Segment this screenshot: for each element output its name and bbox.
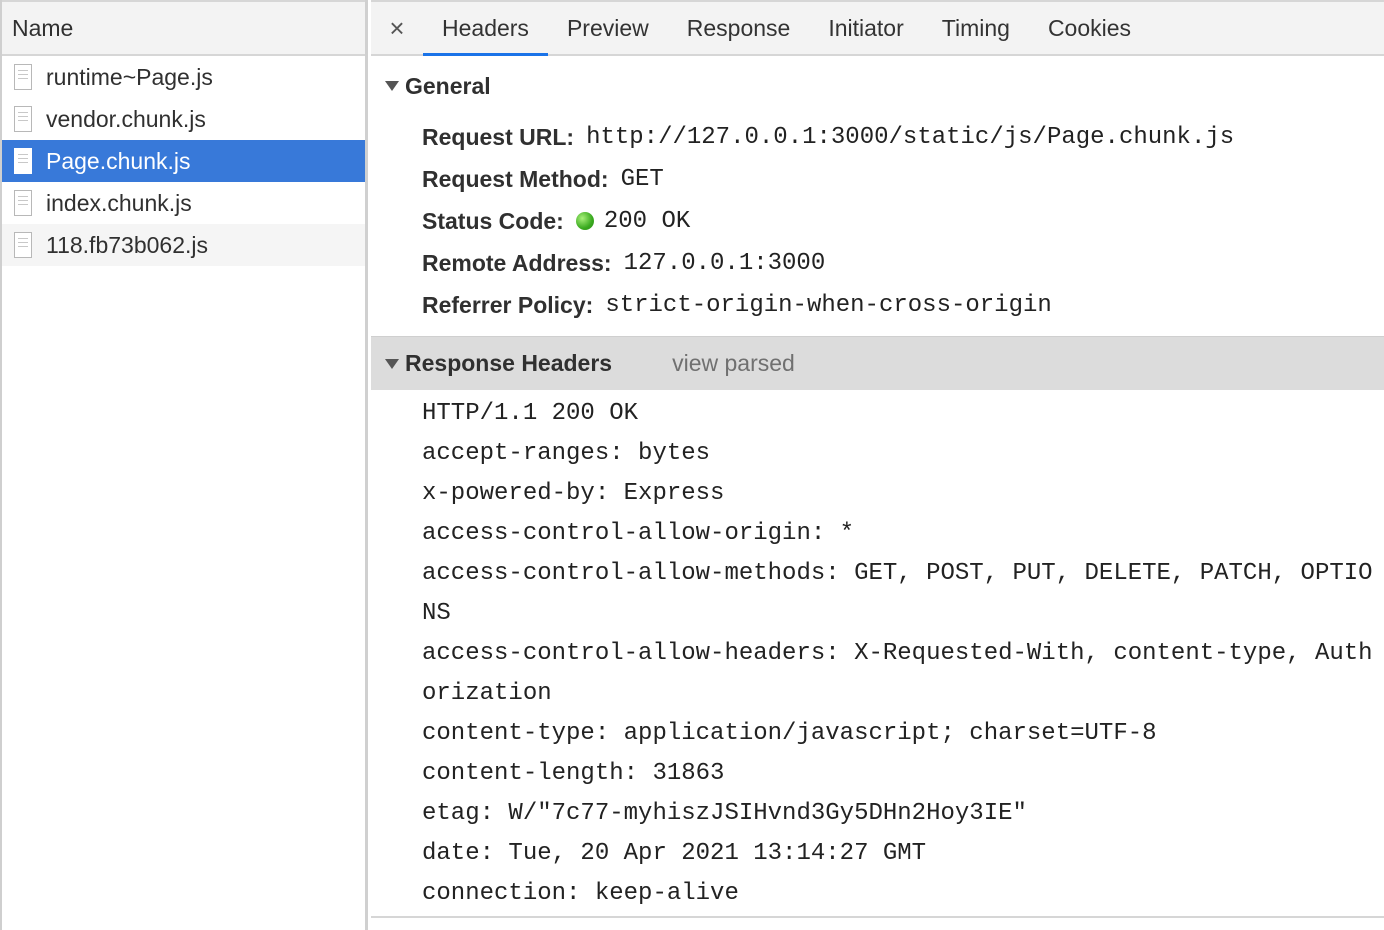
raw-header-line: content-length: 31863	[422, 760, 725, 787]
status-code-row: Status Code: 200 OK	[371, 200, 1384, 242]
expand-triangle-icon	[385, 358, 399, 369]
status-code-label: Status Code:	[422, 207, 564, 234]
remote-address-label: Remote Address:	[422, 249, 612, 276]
request-method-row: Request Method: GET	[371, 158, 1384, 200]
raw-header-line: orization	[422, 680, 552, 707]
raw-header-line: accept-ranges: bytes	[422, 440, 711, 467]
tab-initiator[interactable]: Initiator	[809, 2, 922, 54]
tab-preview[interactable]: Preview	[548, 2, 668, 54]
request-row-index-chunk[interactable]: index.chunk.js	[2, 182, 365, 224]
request-name: index.chunk.js	[46, 189, 192, 216]
general-section-title: General	[405, 72, 491, 99]
request-url-value: http://127.0.0.1:3000/static/js/Page.chu…	[586, 123, 1235, 151]
request-details-panel: × Headers Preview Response Initiator Tim…	[371, 0, 1384, 930]
request-url-label: Request URL:	[422, 123, 575, 150]
request-name: runtime~Page.js	[46, 63, 213, 90]
details-tabbar: × Headers Preview Response Initiator Tim…	[371, 0, 1384, 56]
tab-timing[interactable]: Timing	[923, 2, 1029, 54]
raw-header-line: x-powered-by: Express	[422, 480, 725, 507]
general-section-toggle[interactable]: General	[371, 56, 1384, 116]
raw-header-line: NS	[422, 600, 451, 627]
status-ok-icon	[575, 212, 594, 230]
name-column-header[interactable]: Name	[2, 0, 365, 56]
script-file-icon	[14, 190, 32, 216]
request-list-panel: Name runtime~Page.js vendor.chunk.js Pag…	[0, 0, 368, 930]
tab-headers[interactable]: Headers	[423, 2, 548, 56]
request-row-vendor-chunk[interactable]: vendor.chunk.js	[2, 98, 365, 140]
script-file-icon	[14, 148, 32, 174]
expand-triangle-icon	[385, 81, 399, 91]
raw-response-headers: HTTP/1.1 200 OK accept-ranges: bytes x-p…	[371, 390, 1384, 914]
raw-header-line: date: Tue, 20 Apr 2021 13:14:27 GMT	[422, 840, 927, 867]
remote-address-value: 127.0.0.1:3000	[623, 249, 826, 277]
status-code-value: 200 OK	[603, 207, 691, 235]
raw-header-line: access-control-allow-headers: X-Requeste…	[422, 640, 1373, 667]
section-divider	[371, 916, 1384, 918]
close-icon[interactable]: ×	[371, 2, 423, 54]
response-headers-section-toggle[interactable]: Response Headers view parsed	[371, 336, 1384, 390]
view-parsed-link[interactable]: view parsed	[672, 350, 795, 377]
request-url-row: Request URL: http://127.0.0.1:3000/stati…	[371, 116, 1384, 158]
script-file-icon	[14, 106, 32, 132]
raw-header-line: access-control-allow-methods: GET, POST,…	[422, 560, 1373, 587]
tab-cookies[interactable]: Cookies	[1029, 2, 1150, 54]
request-row-page-chunk[interactable]: Page.chunk.js	[2, 140, 365, 182]
tab-response[interactable]: Response	[668, 2, 810, 54]
remote-address-row: Remote Address: 127.0.0.1:3000	[371, 242, 1384, 284]
raw-header-line: access-control-allow-origin: *	[422, 520, 855, 547]
request-method-label: Request Method:	[422, 165, 609, 192]
request-row-118-chunk[interactable]: 118.fb73b062.js	[2, 224, 365, 266]
referrer-policy-value: strict-origin-when-cross-origin	[605, 291, 1052, 319]
script-file-icon	[14, 232, 32, 258]
referrer-policy-row: Referrer Policy: strict-origin-when-cros…	[371, 284, 1384, 326]
script-file-icon	[14, 64, 32, 90]
request-name: Page.chunk.js	[46, 147, 191, 174]
request-name: vendor.chunk.js	[46, 105, 206, 132]
request-method-value: GET	[620, 165, 664, 193]
raw-header-line: content-type: application/javascript; ch…	[422, 720, 1157, 747]
request-row-runtime-page[interactable]: runtime~Page.js	[2, 56, 365, 98]
response-headers-title: Response Headers	[405, 350, 613, 376]
raw-header-line: etag: W/"7c77-myhiszJSIHvnd3Gy5DHn2Hoy3I…	[422, 800, 1027, 827]
raw-header-line: HTTP/1.1 200 OK	[422, 400, 639, 427]
raw-header-line: connection: keep-alive	[422, 880, 739, 907]
request-name: 118.fb73b062.js	[46, 231, 208, 258]
referrer-policy-label: Referrer Policy:	[422, 291, 594, 318]
